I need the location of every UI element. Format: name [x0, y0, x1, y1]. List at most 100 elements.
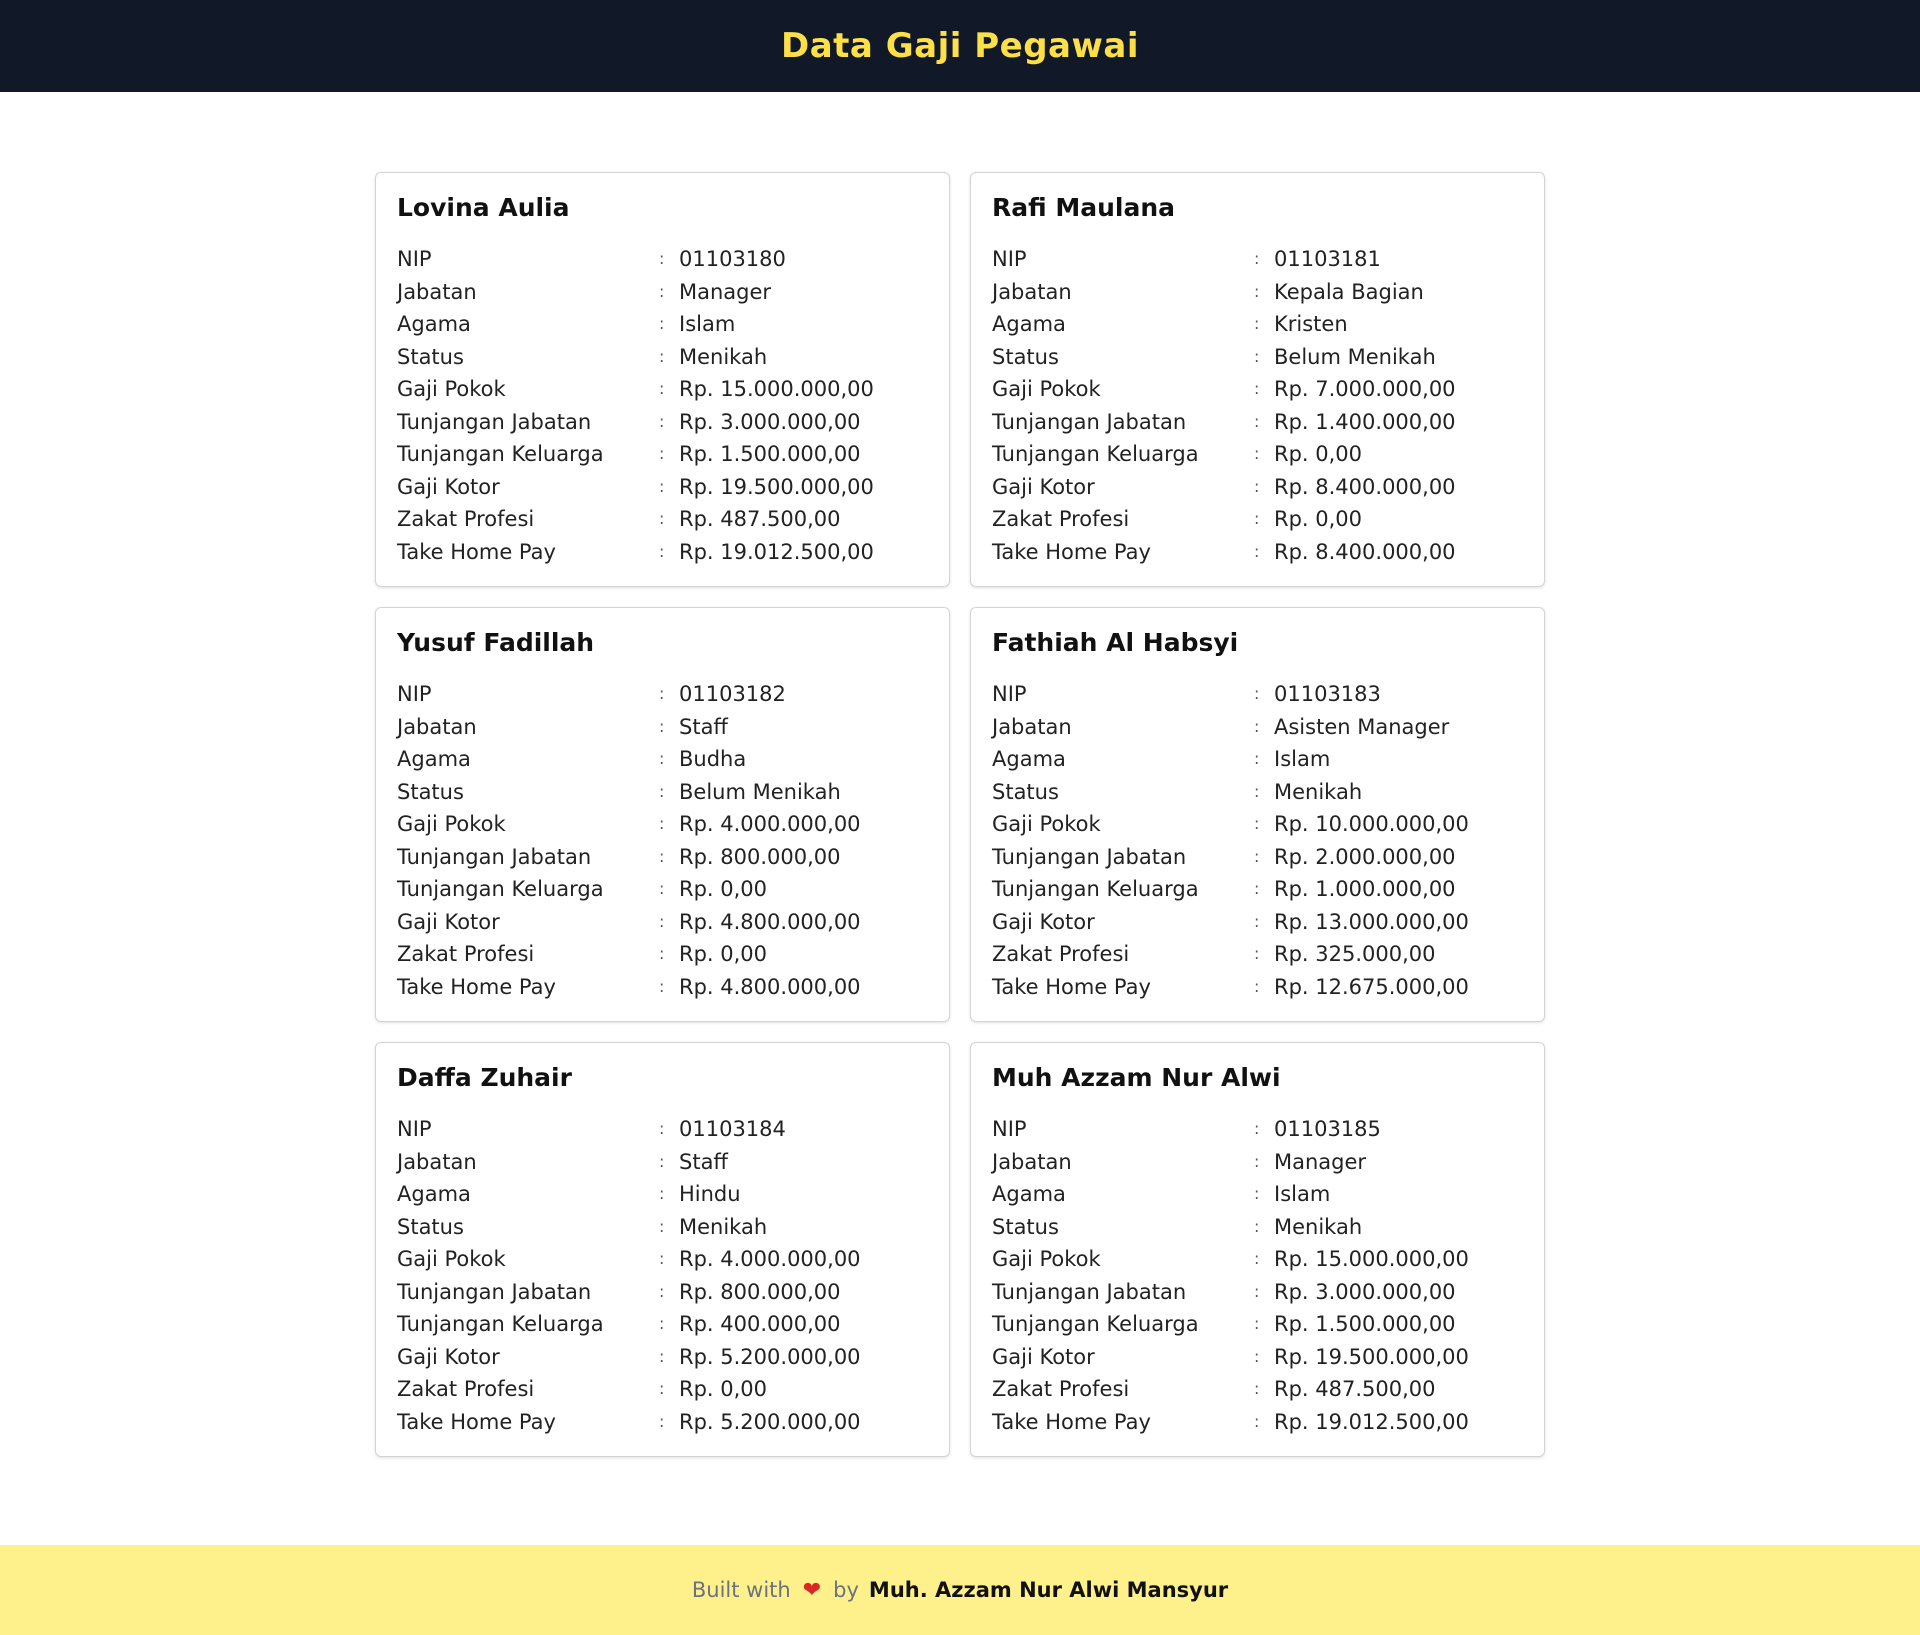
detail-row-take-home-pay: Take Home Pay: Rp. 12.675.000,00: [992, 971, 1524, 1004]
detail-separator: :: [1254, 1249, 1260, 1268]
detail-row-gaji-pokok: Gaji Pokok: Rp. 15.000.000,00: [397, 373, 929, 406]
detail-label: Gaji Kotor: [992, 1344, 1095, 1369]
detail-label: Status: [992, 1214, 1059, 1239]
detail-value: 01103185: [1274, 1117, 1381, 1141]
detail-label: Take Home Pay: [397, 539, 556, 564]
detail-label: Tunjangan Jabatan: [992, 409, 1187, 434]
detail-separator: :: [1254, 1314, 1260, 1333]
detail-label: Tunjangan Keluarga: [397, 877, 604, 901]
detail-row-zakat-profesi: Zakat Profesi: Rp. 0,00: [397, 938, 929, 971]
detail-separator: :: [1254, 509, 1260, 528]
detail-value: Rp. 15.000.000,00: [1274, 1247, 1469, 1271]
detail-row-status: Status: Belum Menikah: [992, 341, 1524, 374]
detail-value: Rp. 15.000.000,00: [679, 377, 874, 401]
detail-row-status: Status: Menikah: [397, 1211, 929, 1244]
detail-value: Menikah: [679, 344, 768, 369]
detail-value: Rp. 5.200.000,00: [679, 1409, 861, 1434]
detail-separator: :: [1254, 1346, 1260, 1366]
detail-value: Rp. 1.000.000,00: [1274, 877, 1456, 901]
employee-details: NIP:01103184 Jabatan: Staff Agama: Hindu Stat…: [397, 1113, 929, 1438]
detail-separator: :: [659, 1346, 665, 1366]
detail-separator: :: [659, 444, 665, 463]
heart-icon: ❤: [802, 1577, 822, 1603]
detail-separator: :: [1254, 379, 1260, 398]
employee-name: Fathiah Al Habsyi: [992, 628, 1239, 657]
top-header: Data Gaji Pegawai: [0, 0, 1920, 92]
detail-value: Rp. 2.000.000,00: [1274, 844, 1456, 869]
detail-separator: :: [1254, 749, 1260, 768]
detail-label: Take Home Pay: [397, 974, 556, 999]
footer-author: Muh. Azzam Nur Alwi Mansyur: [868, 1578, 1229, 1602]
detail-value: Rp. 5.200.000,00: [679, 1344, 861, 1369]
detail-separator: :: [659, 411, 665, 431]
detail-label: Take Home Pay: [397, 1409, 556, 1434]
detail-separator: :: [659, 314, 665, 333]
detail-label: Status: [397, 1214, 464, 1239]
detail-row-gaji-pokok: Gaji Pokok: Rp. 15.000.000,00: [992, 1243, 1524, 1276]
detail-label: Jabatan: [992, 279, 1072, 304]
detail-value: 01103182: [679, 682, 786, 706]
detail-label: Jabatan: [397, 1149, 477, 1174]
detail-value: Rp. 8.400.000,00: [1274, 539, 1456, 564]
detail-value: Manager: [1274, 1149, 1367, 1174]
detail-separator: :: [659, 944, 665, 963]
detail-separator: :: [1254, 1151, 1260, 1171]
detail-label: Status: [992, 779, 1059, 804]
detail-row-gaji-pokok: Gaji Pokok: Rp. 4.000.000,00: [397, 1243, 929, 1276]
detail-separator: :: [1254, 541, 1260, 561]
detail-label: Tunjangan Keluarga: [992, 442, 1199, 466]
detail-label: Tunjangan Keluarga: [397, 442, 604, 466]
detail-row-gaji-kotor: Gaji Kotor: Rp. 8.400.000,00: [992, 471, 1524, 504]
detail-row-zakat-profesi: Zakat Profesi: Rp. 0,00: [397, 1373, 929, 1406]
detail-row-nip: NIP:01103183: [992, 678, 1524, 711]
detail-row-status: Status: Menikah: [397, 341, 929, 374]
detail-label: Status: [397, 344, 464, 369]
detail-value: 01103180: [679, 247, 786, 271]
detail-label: Gaji Pokok: [992, 377, 1101, 401]
footer-by: by: [833, 1578, 859, 1602]
detail-separator: :: [659, 1379, 665, 1398]
detail-value: Islam: [679, 312, 736, 336]
detail-label: Zakat Profesi: [397, 1377, 535, 1401]
employee-name: Muh Azzam Nur Alwi: [992, 1063, 1281, 1092]
detail-row-tunjangan-jabatan: Tunjangan Jabatan: Rp. 3.000.000,00: [397, 406, 929, 439]
detail-value: Budha: [679, 747, 747, 771]
detail-label: Tunjangan Keluarga: [992, 877, 1199, 901]
detail-label: Gaji Pokok: [397, 377, 506, 401]
detail-label: Jabatan: [397, 714, 477, 739]
detail-value: Rp. 1.500.000,00: [1274, 1312, 1456, 1336]
detail-separator: :: [659, 749, 665, 768]
detail-value: Hindu: [679, 1182, 741, 1206]
detail-label: Take Home Pay: [992, 974, 1151, 999]
footer: Built with ❤ by Muh. Azzam Nur Alwi Mans…: [0, 1545, 1920, 1635]
detail-value: Islam: [1274, 1182, 1331, 1206]
employee-name: Daffa Zuhair: [397, 1063, 572, 1092]
detail-separator: :: [1254, 281, 1260, 301]
detail-label: NIP: [397, 682, 432, 706]
detail-value: Rp. 0,00: [1274, 442, 1363, 466]
detail-separator: :: [659, 879, 665, 898]
detail-value: Rp. 4.000.000,00: [679, 812, 861, 836]
detail-separator: :: [659, 379, 665, 398]
detail-separator: :: [659, 1281, 665, 1301]
detail-row-agama: Agama: Kristen: [992, 308, 1524, 341]
detail-row-agama: Agama: Islam: [397, 308, 929, 341]
detail-separator: :: [1254, 684, 1260, 703]
detail-row-tunjangan-jabatan: Tunjangan Jabatan: Rp. 3.000.000,00: [992, 1276, 1524, 1309]
detail-separator: :: [659, 476, 665, 496]
detail-separator: :: [659, 684, 665, 703]
employee-card-grid: Lovina Aulia NIP:01103180 Jabatan: Manager…: [375, 172, 1545, 1457]
detail-row-jabatan: Jabatan: Staff: [397, 711, 929, 744]
detail-value: Asisten Manager: [1274, 714, 1450, 739]
detail-label: Tunjangan Keluarga: [397, 1312, 604, 1336]
detail-label: Gaji Kotor: [397, 909, 500, 934]
detail-separator: :: [1254, 249, 1260, 268]
detail-value: Rp. 8.400.000,00: [1274, 474, 1456, 499]
detail-value: Rp. 4.000.000,00: [679, 1247, 861, 1271]
detail-row-zakat-profesi: Zakat Profesi: Rp. 487.500,00: [397, 503, 929, 536]
detail-value: Rp. 10.000.000,00: [1274, 812, 1469, 836]
detail-value: Rp. 19.012.500,00: [679, 539, 874, 564]
detail-row-gaji-kotor: Gaji Kotor: Rp. 19.500.000,00: [992, 1341, 1524, 1374]
detail-value: Rp. 400.000,00: [679, 1312, 841, 1336]
detail-separator: :: [1254, 846, 1260, 866]
